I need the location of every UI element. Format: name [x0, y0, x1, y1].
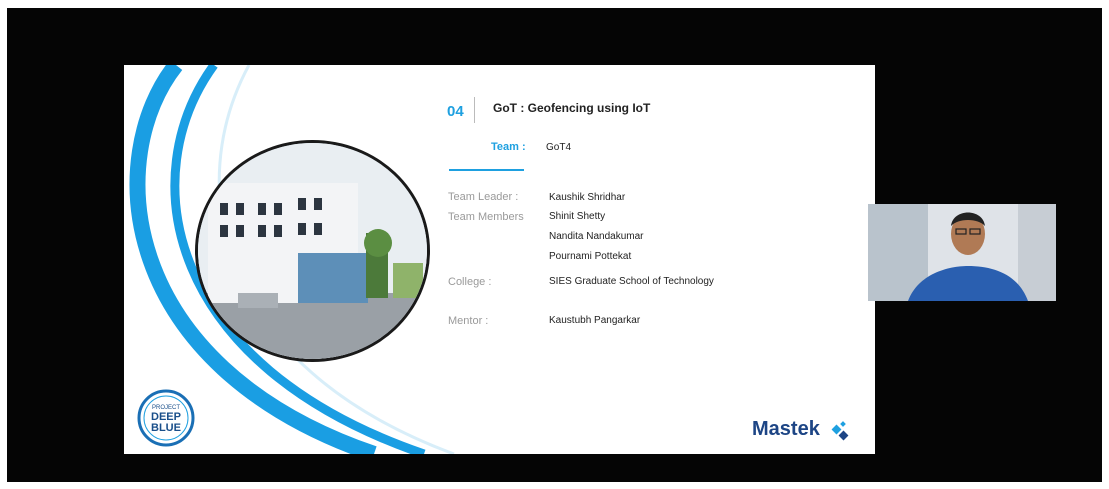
mentor-label: Mentor :: [448, 315, 489, 327]
participant-video-thumbnail[interactable]: [868, 204, 1056, 301]
team-label: Team :: [491, 141, 526, 153]
team-member-3: Pournami Pottekat: [549, 251, 632, 262]
mastek-logo-icon: [831, 421, 849, 441]
title-divider: [474, 97, 475, 123]
team-name: GoT4: [546, 142, 572, 153]
college-label: College :: [448, 276, 492, 288]
project-deep-blue-logo: PROJECT DEEP BLUE: [137, 389, 195, 447]
person-video-icon: [868, 204, 1056, 301]
badge-line-3: BLUE: [151, 422, 181, 434]
college-value: SIES Graduate School of Technology: [549, 276, 714, 287]
team-members-label: Team Members: [448, 211, 524, 223]
mastek-logo-text: Mastek: [752, 418, 820, 440]
team-leader-label: Team Leader :: [448, 191, 519, 203]
team-member-1: Shinit Shetty: [549, 211, 606, 222]
slide-number: 04: [447, 103, 464, 120]
team-member-2: Nandita Nandakumar: [549, 231, 644, 242]
campus-building-photo: [195, 140, 430, 362]
presentation-slide: 04 GoT : Geofencing using IoT Team : GoT…: [124, 65, 875, 454]
mentor-value: Kaustubh Pangarkar: [549, 315, 641, 326]
accent-underline: [449, 169, 524, 171]
slide-title: GoT : Geofencing using IoT: [493, 101, 651, 115]
team-leader-value: Kaushik Shridhar: [549, 192, 626, 203]
